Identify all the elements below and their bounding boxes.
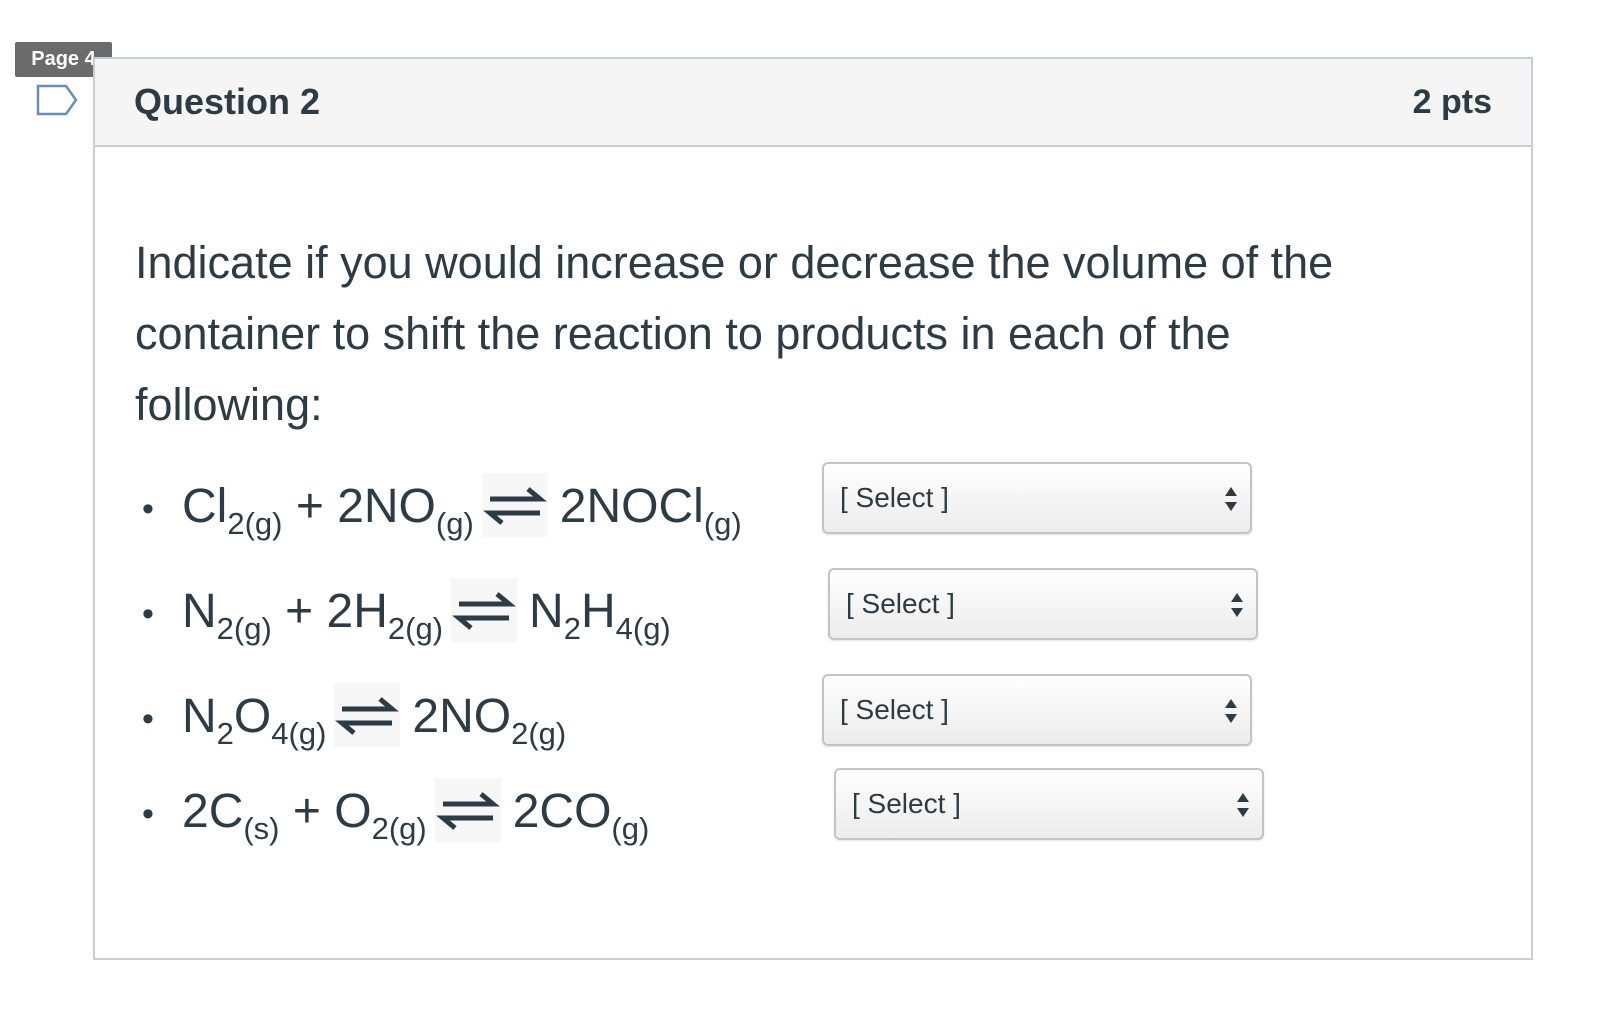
reactant: N: [182, 585, 217, 638]
product: 2NOCl: [559, 480, 704, 533]
bullet: •: [142, 795, 154, 834]
select-value: [ Select ]: [840, 482, 949, 513]
equilibrium-arrows-icon: [451, 578, 518, 643]
subscript: 2: [563, 611, 581, 646]
subscript: 2(g): [387, 611, 444, 646]
product: 2NO: [412, 690, 512, 743]
select-value: [ Select ]: [846, 588, 955, 619]
question-text: Indicate if you would increase or decrea…: [135, 237, 1334, 430]
reactant: 2C: [182, 785, 244, 838]
answer-select-3[interactable]: [ Select ]: [822, 674, 1252, 746]
reactant: 2NO: [337, 480, 436, 533]
reaction-2: • N2(g) + 2H2(g) N2H4(g): [142, 577, 671, 647]
equilibrium-arrows-icon: [434, 778, 501, 843]
subscript: (g): [703, 506, 742, 541]
question-header: Question 2 2 pts: [95, 59, 1531, 147]
subscript: (g): [611, 811, 650, 846]
answer-select-2[interactable]: [ Select ]: [828, 568, 1258, 640]
bullet: •: [142, 700, 154, 739]
subscript: (s): [243, 811, 280, 846]
reaction-4: • 2C(s) + O2(g) 2CO(g): [142, 777, 649, 847]
reaction-3: • N2O4(g) 2NO2(g): [142, 682, 566, 752]
updown-caret-icon: [1237, 793, 1249, 817]
plus-sign: +: [295, 480, 324, 533]
updown-caret-icon: [1225, 487, 1237, 511]
product: H: [580, 585, 616, 638]
updown-caret-icon: [1225, 699, 1237, 723]
select-value: [ Select ]: [840, 694, 949, 725]
reactant: O: [233, 690, 272, 743]
reactant: O: [334, 785, 372, 838]
bullet: •: [142, 595, 154, 634]
subscript: 2: [216, 716, 234, 751]
answer-select-4[interactable]: [ Select ]: [834, 768, 1264, 840]
product: N: [529, 585, 564, 638]
reactant: 2H: [326, 585, 388, 638]
subscript: 2(g): [511, 716, 567, 751]
reactant: N: [182, 690, 217, 743]
equilibrium-arrows-icon: [481, 473, 548, 538]
subscript: 2(g): [227, 506, 283, 541]
reaction-1: • Cl2(g) + 2NO(g) 2NOCl(g): [142, 472, 742, 542]
select-value: [ Select ]: [852, 788, 961, 819]
plus-sign: +: [292, 785, 321, 838]
question-title: Question 2: [134, 81, 321, 122]
question-points: 2 pts: [1412, 83, 1492, 121]
question-card: Question 2 2 pts Indicate if you would i…: [93, 57, 1533, 960]
bookmark-flag-icon[interactable]: [36, 84, 78, 116]
subscript: 2(g): [371, 811, 427, 846]
reactant: Cl: [182, 480, 228, 533]
answer-select-1[interactable]: [ Select ]: [822, 462, 1252, 534]
subscript: 4(g): [615, 611, 671, 646]
plus-sign: +: [285, 585, 314, 638]
updown-caret-icon: [1231, 593, 1243, 617]
subscript: (g): [435, 506, 474, 541]
subscript: 4(g): [271, 716, 327, 751]
subscript: 2(g): [216, 611, 272, 646]
bullet: •: [142, 490, 154, 529]
product: 2CO: [512, 785, 612, 838]
equilibrium-arrows-icon: [334, 683, 401, 748]
